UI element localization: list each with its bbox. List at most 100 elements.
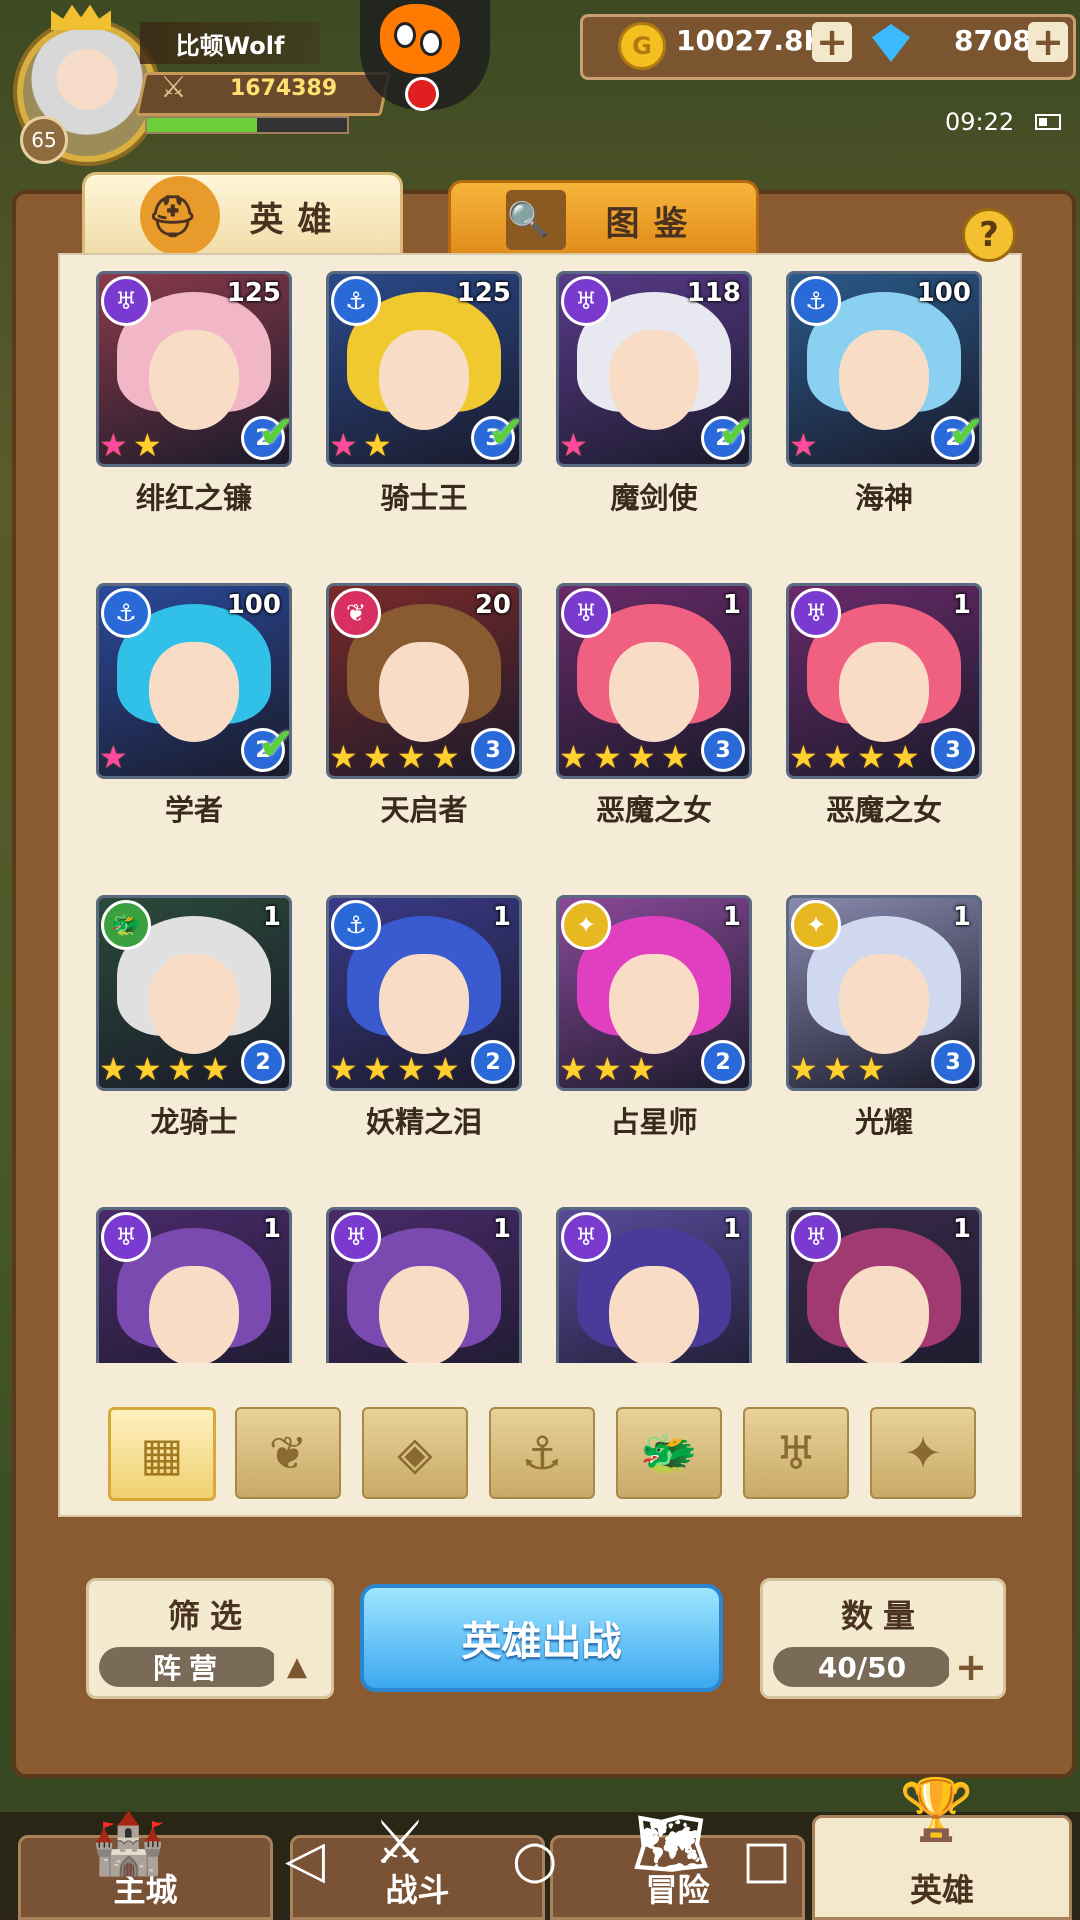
gold-amount: 10027.8K [676,24,826,57]
hero-face [379,330,469,430]
chevron-up-icon[interactable]: ▲ [274,1645,320,1689]
hero-name: 魔剑使 [610,481,698,515]
hero-portrait[interactable]: ♅ 1 [556,1207,752,1363]
hero-portrait[interactable]: ⚓ 100 ★ 2 ✔ [96,583,292,779]
help-button[interactable]: ? [962,208,1016,262]
hero-portrait[interactable]: ♅ 1 [326,1207,522,1363]
mascot-icon[interactable] [380,4,460,74]
castle-icon: 🏰 [91,1809,166,1879]
nav-battle[interactable]: ⚔ 战斗 [290,1808,545,1920]
deploy-heroes-button[interactable]: 英雄出战 [360,1584,723,1692]
tab-codex[interactable]: 🔍 图鉴 [448,180,759,260]
hero-stage-badge: 2 [701,1040,745,1084]
helmet-icon: ⛑ [139,176,220,256]
star-icon: ★ [823,1050,852,1088]
faction-light-icon: ✦ [561,900,611,950]
hero-name: 妖精之泪 [365,1105,482,1139]
star-icon: ★ [431,738,460,776]
star-icon: ★ [891,738,920,776]
add-gems-button[interactable]: + [1028,22,1068,62]
tab-codex-label: 图鉴 [605,203,702,244]
hero-level: 1 [262,902,281,932]
checkmark-icon: ✔ [948,407,982,458]
mascot-eye-icon [420,30,442,56]
star-icon: ★ [789,738,818,776]
back-icon[interactable]: ◁ [285,1830,325,1890]
hero-stage-badge: 2 [471,1040,515,1084]
add-gold-button[interactable]: + [812,22,852,62]
hero-portrait[interactable]: ♅ 1 ★ ★ ★ ★ 3 [556,583,752,779]
faction-sea-icon: ⚓ [331,276,381,326]
hero-portrait[interactable]: ⚓ 100 ★ 2 ✔ [786,271,982,467]
hero-name: 龙骑士 [150,1105,238,1139]
hero-portrait[interactable]: ✦ 1 ★ ★ ★ 3 [786,895,982,1091]
hero-level: 100 [916,278,971,308]
star-icon: ★ [593,1050,622,1088]
hero-face [609,642,699,742]
map-icon: 🗺 [633,1809,710,1879]
star-icon: ★ [329,1050,358,1088]
hero-stars: ★ [99,740,133,774]
crossed-swords-icon: ⚔ [160,70,187,105]
hero-stage-badge: 2 [241,1040,285,1084]
hero-portrait[interactable]: ♅ 118 ★ 2 ✔ [556,271,752,467]
home-icon[interactable]: ○ [512,1830,557,1890]
filter-panel[interactable]: 筛选 阵营 ▲ [86,1578,334,1699]
star-icon: ★ [789,1050,818,1088]
star-icon: ★ [329,738,358,776]
filter-demon-icon[interactable]: ♅ [743,1407,849,1499]
nav-main-city[interactable]: 🏰 主城 [18,1809,273,1920]
hero-portrait[interactable]: ⚓ 1 ★ ★ ★ ★ 2 [326,895,522,1091]
faction-sea-icon: ⚓ [791,276,841,326]
filter-nature-icon[interactable]: ◈ [362,1407,468,1499]
hero-stage-badge: 3 [471,728,515,772]
count-label: 数量 [840,1597,925,1635]
tab-heroes[interactable]: ⛑ 英雄 [82,172,403,260]
filter-flame-icon[interactable]: ❦ [235,1407,341,1499]
hero-portrait[interactable]: ♅ 1 ★ ★ ★ ★ 3 [786,583,982,779]
hero-stars: ★ ★ [99,428,167,462]
hero-portrait[interactable]: ❦ 20 ★ ★ ★ ★ 3 [326,583,522,779]
hero-face [609,1266,699,1363]
star-icon: ★ [363,738,392,776]
xp-bar [145,116,349,134]
star-icon: ★ [201,1050,230,1088]
filter-value: 阵营 [99,1647,279,1687]
hero-portrait[interactable]: ♅ 125 ★ ★ 2 ✔ [96,271,292,467]
hero-portrait[interactable]: ♅ 1 [96,1207,292,1363]
hero-level: 1 [722,590,741,620]
recents-icon[interactable]: □ [742,1830,791,1890]
expand-capacity-button[interactable]: + [949,1645,993,1689]
nav-heroes[interactable]: 🏆 英雄 [812,1775,1072,1920]
hero-name: 骑士王 [380,481,468,515]
filter-all-grid-icon[interactable]: ▦ [108,1407,216,1501]
hero-face [839,1266,929,1363]
hero-portrait[interactable]: ⚓ 125 ★ ★ 3 ✔ [326,271,522,467]
filter-light-icon[interactable]: ✦ [870,1407,976,1499]
star-icon: ★ [329,426,358,464]
xp-bar-fill [147,118,257,132]
hero-portrait[interactable]: 🐲 1 ★ ★ ★ ★ 2 [96,895,292,1091]
faction-demon-icon: ♅ [561,1212,611,1262]
faction-sea-icon: ⚓ [101,588,151,638]
checkmark-icon: ✔ [718,407,752,458]
star-icon: ★ [133,426,162,464]
player-avatar-frame[interactable]: 65 [6,4,157,164]
hero-level: 20 [474,590,511,620]
hero-portrait[interactable]: ✦ 1 ★ ★ ★ 2 [556,895,752,1091]
hero-face [839,642,929,742]
hero-stars: ★ ★ ★ ★ [329,1052,465,1086]
faction-demon-icon: ♅ [791,588,841,638]
faction-demon-icon: ♅ [101,276,151,326]
faction-demon-icon: ♅ [561,276,611,326]
star-icon: ★ [363,426,392,464]
filter-anchor-icon[interactable]: ⚓ [489,1407,595,1499]
hero-portrait[interactable]: ♅ 1 [786,1207,982,1363]
hero-face [839,330,929,430]
filter-beast-icon[interactable]: 🐲 [616,1407,722,1499]
hero-stars: ★ ★ ★ ★ [789,740,925,774]
hero-grid[interactable]: ♅ 125 ★ ★ 2 ✔ 绯红之镰 ⚓ 125 ★ ★ 3 ✔ 骑士王 ♅ 118 ★ 2 ✔ 魔剑使 ⚓ 100 ★ 2 ✔… [60,265,1020,1363]
crossed-swords-icon: ⚔ [373,1808,427,1878]
faction-beast-icon: 🐲 [101,900,151,950]
nav-label: 英雄 [909,1871,974,1909]
